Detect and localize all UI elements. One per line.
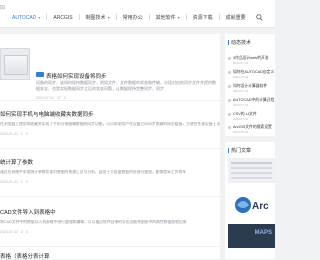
card-title: 热门文章 [228,147,251,154]
title-accent-bar [228,40,229,45]
nav-item-autocad[interactable]: AUTOCAD ▾ [12,14,40,21]
article-date: 2024-07-31 [0,179,18,184]
article-meta: 2024-07-31 1 0 [0,180,220,184]
article-thumbnail[interactable] [0,48,30,80]
article-list: 表格如何实现设备将同步 设备的同步，该如何保持数据同步，例如文件，文件数据的状态… [0,34,220,260]
arcgis-logo: Arc [235,197,269,213]
bullet-icon [228,71,231,74]
divider [0,246,220,247]
nav-item-drafting[interactable]: 制图技术 ▾ [86,14,110,21]
article-title[interactable]: 统计算了参数 [0,158,220,166]
recent-articles-card: 动态技术 3作品设计web的开发 2024-07-31 如何在AUTOCAD自定… [225,34,275,136]
nav-divider [115,14,117,20]
nav-item-office[interactable]: 常用办公 [123,14,143,21]
hot-article-thumbnail[interactable] [228,158,275,183]
recent-article-date: 2024-07-31 [233,61,249,65]
bullet-icon [228,126,231,129]
hot-article-thumbnail[interactable]: MAPS [228,224,275,248]
nav-item-other-software[interactable]: 其他软件 ▾ [156,14,180,21]
nav-divider [78,14,80,20]
bullet-icon [228,57,231,60]
article-meta: 2024-07-31 0 0 [0,230,220,234]
chevron-down-icon: ▾ [107,15,110,20]
article-excerpt: 设备的同步，该如何保持数据同步，例如文件，文件数据的状态和传输，分段对应的同步文… [36,80,216,91]
bullet-icon [228,85,231,88]
article-title[interactable]: CAD文件导入到表格中 [0,208,220,216]
nav-item-more[interactable]: 成就重要 [226,14,246,21]
top-navigation-bar: ⊟ AUTOCAD ▾ ARCGIS 制图技术 ▾ 常用办公 其他软件 ▾ 资源下载 … [0,0,275,28]
article-title[interactable]: 如何实现手机与电脑端收藏夹数据同步 [0,110,220,118]
recent-article-date: 2024-07-31 [233,75,249,79]
article-date: 2024-07-31 [0,229,18,234]
article-meta: 2024-07-31 1 0 [0,132,220,136]
search-icon[interactable] [256,14,263,21]
list-item[interactable]: 如何实现手机与电脑端收藏夹数据同步 在浏览器上使用的收藏夹实现了手机与电脑端数据… [0,110,220,136]
arc-wordmark: Arc [252,201,269,212]
category-badge [36,72,44,77]
divider [0,196,220,197]
list-item[interactable]: 统计算了参数 通过在表格中添加统计参数实现对数据的快速汇总与分析，适用于大批量数… [0,158,220,184]
view-count: 1 [20,131,23,136]
divider [0,148,220,149]
nav-divider [46,14,48,20]
recent-article-date: 2024-07-31 [233,117,249,121]
comment-count: 0 [25,179,28,184]
nav-divider [148,14,150,20]
chevron-down-icon: ▾ [177,15,180,20]
recent-article-date: 2024-07-31 [233,89,249,93]
recent-article-date: 2024-07-31 [233,103,249,107]
comment-count: 0 [25,131,28,136]
article-excerpt: 将CAD文件中的数据导入到表格中进行整理和编辑，可以通过软件自带的导出功能将图纸… [0,220,187,224]
nav-item-arcgis[interactable]: ARCGIS [53,14,72,21]
article-title[interactable]: 表格如何实现设备将同步 [46,72,107,80]
card-title: 动态技术 [228,39,251,46]
divider [0,100,220,101]
bullet-icon [228,99,231,102]
view-count: 0 [20,229,23,234]
article-date: 2024-07-31 [0,131,18,136]
nav-item-downloads[interactable]: 资源下载 [193,14,213,21]
article-excerpt: 在浏览器上使用的收藏夹实现了手机与电脑端数据的同步功能，可以帮助用户在设备之间同… [0,122,220,126]
comment-count: 0 [25,229,28,234]
article-excerpt: 通过在表格中添加统计参数实现对数据的快速汇总与分析，适用于大批量数据的处理与整理… [0,170,187,174]
nav-divider [218,14,220,20]
hot-articles-card: 热门文章 Arc MAPS [225,142,275,259]
bullet-icon [228,113,231,116]
main-nav: AUTOCAD ▾ ARCGIS 制图技术 ▾ 常用办公 其他软件 ▾ 资源下载 成就… [12,14,246,21]
featured-article[interactable]: 表格如何实现设备将同步 设备的同步，该如何保持数据同步，例如文件，文件数据的状态… [0,40,220,100]
hot-article-thumbnail[interactable]: Arc [228,190,275,218]
recent-article-date: 2024-07-31 [233,130,249,134]
nav-divider [185,14,187,20]
list-item[interactable]: CAD文件导入到表格中 将CAD文件中的数据导入到表格中进行整理和编辑，可以通过… [0,208,220,234]
title-accent-bar [228,148,229,153]
view-count: 1 [20,179,23,184]
maps-wordmark: MAPS [254,230,272,236]
sidebar: 动态技术 3作品设计web的开发 2024-07-31 如何在AUTOCAD自定… [225,34,275,259]
spreadsheet-preview-image [228,158,275,183]
chevron-down-icon: ▾ [38,15,41,20]
site-logo[interactable]: ⊟ [0,4,8,12]
